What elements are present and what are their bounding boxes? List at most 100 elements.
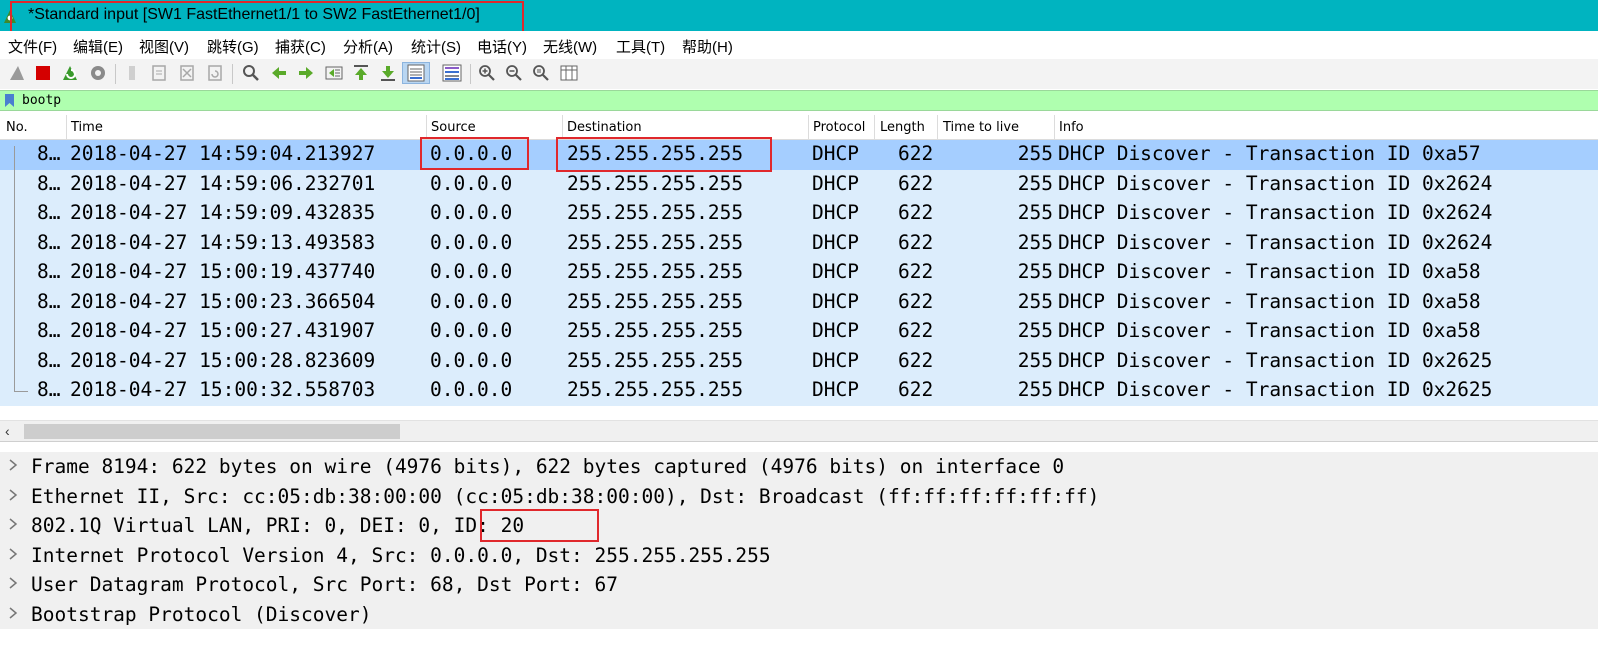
menu-file[interactable]: 文件(F) — [8, 36, 57, 57]
packet-time: 2018-04-27 14:59:04.213927 — [70, 142, 376, 165]
packet-row[interactable]: 8… 2018-04-27 14:59:06.232701 0.0.0.0 25… — [0, 169, 1598, 199]
packet-row[interactable]: 8… 2018-04-27 15:00:19.437740 0.0.0.0 25… — [0, 258, 1598, 288]
menu-bar: 文件(F) 编辑(E) 视图(V) 跳转(G) 捕获(C) 分析(A) 统计(S… — [0, 31, 1598, 59]
packet-ttl: 255 — [1017, 378, 1053, 401]
display-filter-bar — [0, 90, 1598, 111]
packet-time: 2018-04-27 15:00:19.437740 — [70, 260, 376, 283]
go-forward-icon[interactable] — [295, 62, 317, 84]
column-divider[interactable] — [562, 115, 563, 139]
menu-tools[interactable]: 工具(T) — [616, 36, 665, 57]
menu-wireless[interactable]: 无线(W) — [543, 36, 597, 57]
display-filter-input[interactable] — [22, 92, 1582, 109]
expand-chevron-icon[interactable] — [8, 517, 18, 531]
expand-chevron-icon[interactable] — [8, 458, 18, 472]
menu-view[interactable]: 视图(V) — [139, 36, 189, 57]
packet-info: DHCP Discover - Transaction ID 0x2624 — [1058, 201, 1493, 224]
packet-row[interactable]: 8… 2018-04-27 15:00:27.431907 0.0.0.0 25… — [0, 317, 1598, 347]
packet-row[interactable]: 8… 2018-04-27 15:00:28.823609 0.0.0.0 25… — [0, 346, 1598, 376]
menu-go[interactable]: 跳转(G) — [207, 36, 259, 57]
expand-chevron-icon[interactable] — [8, 488, 18, 502]
zoom-in-icon[interactable] — [476, 62, 498, 84]
resize-columns-icon[interactable] — [558, 62, 580, 84]
packet-details: Frame 8194: 622 bytes on wire (4976 bits… — [0, 451, 1598, 658]
packet-destination: 255.255.255.255 — [567, 230, 744, 254]
column-divider[interactable] — [1054, 115, 1055, 139]
packet-row[interactable]: 8… 2018-04-27 15:00:32.558703 0.0.0.0 25… — [0, 376, 1598, 406]
scrollbar-thumb[interactable] — [24, 424, 400, 439]
column-divider[interactable] — [937, 115, 938, 139]
colorize-icon[interactable] — [439, 62, 465, 84]
column-ttl[interactable]: Time to live — [943, 120, 1019, 135]
packet-source: 0.0.0.0 — [430, 348, 513, 372]
packet-length: 622 — [898, 289, 934, 313]
column-time[interactable]: Time — [71, 120, 103, 135]
packet-no: 8… — [37, 289, 61, 313]
detail-frame[interactable]: Frame 8194: 622 bytes on wire (4976 bits… — [0, 452, 1598, 482]
menu-telephony[interactable]: 电话(Y) — [477, 36, 527, 57]
go-to-packet-icon[interactable] — [323, 62, 345, 84]
go-first-packet-icon[interactable] — [350, 62, 372, 84]
menu-edit[interactable]: 编辑(E) — [73, 36, 123, 57]
menu-analyze[interactable]: 分析(A) — [343, 36, 393, 57]
packet-row[interactable]: 8… 2018-04-27 15:00:23.366504 0.0.0.0 25… — [0, 287, 1598, 317]
detail-vlan[interactable]: 802.1Q Virtual LAN, PRI: 0, DEI: 0, ID: … — [0, 511, 1598, 541]
expand-chevron-icon[interactable] — [8, 576, 18, 590]
menu-statistics[interactable]: 统计(S) — [411, 36, 461, 57]
column-no[interactable]: No. — [6, 120, 28, 135]
menu-help[interactable]: 帮助(H) — [682, 36, 733, 57]
expand-chevron-icon[interactable] — [8, 606, 18, 620]
open-file-icon[interactable] — [121, 62, 143, 84]
column-divider[interactable] — [808, 115, 809, 139]
packet-row[interactable]: 8… 2018-04-27 14:59:09.432835 0.0.0.0 25… — [0, 199, 1598, 229]
save-file-icon[interactable] — [148, 62, 170, 84]
stop-capture-icon[interactable] — [32, 62, 54, 84]
zoom-out-icon[interactable] — [503, 62, 525, 84]
packet-length: 622 — [898, 142, 934, 165]
packet-info: DHCP Discover - Transaction ID 0x2624 — [1058, 171, 1493, 195]
detail-ethernet[interactable]: Ethernet II, Src: cc:05:db:38:00:00 (cc:… — [0, 481, 1598, 511]
main-toolbar — [0, 59, 1598, 89]
detail-bootp[interactable]: Bootstrap Protocol (Discover) — [0, 599, 1598, 629]
packet-ttl: 255 — [1017, 260, 1053, 283]
column-divider[interactable] — [426, 115, 427, 139]
restart-capture-icon[interactable] — [59, 62, 81, 84]
reload-file-icon[interactable] — [204, 62, 226, 84]
start-capture-icon[interactable] — [6, 62, 28, 84]
detail-text: Internet Protocol Version 4, Src: 0.0.0.… — [31, 543, 771, 567]
column-length[interactable]: Length — [880, 120, 925, 135]
packet-source: 0.0.0.0 — [430, 171, 513, 195]
packet-source: 0.0.0.0 — [430, 201, 513, 224]
column-protocol[interactable]: Protocol — [813, 120, 871, 135]
column-destination[interactable]: Destination — [567, 120, 642, 135]
scroll-left-icon[interactable]: ‹ — [5, 423, 10, 439]
packet-list-scrollbar[interactable]: ‹ — [0, 420, 1598, 442]
close-file-icon[interactable] — [176, 62, 198, 84]
column-source[interactable]: Source — [431, 120, 476, 135]
detail-udp[interactable]: User Datagram Protocol, Src Port: 68, Ds… — [0, 570, 1598, 600]
go-back-icon[interactable] — [268, 62, 290, 84]
packet-length: 622 — [898, 201, 934, 224]
menu-capture[interactable]: 捕获(C) — [275, 36, 326, 57]
packet-ttl: 255 — [1017, 230, 1053, 254]
packet-source: 0.0.0.0 — [430, 319, 513, 342]
packet-no: 8… — [37, 260, 61, 283]
column-divider[interactable] — [66, 115, 67, 139]
column-divider[interactable] — [874, 115, 875, 139]
packet-destination: 255.255.255.255 — [567, 142, 744, 165]
packet-row[interactable]: 8… 2018-04-27 14:59:13.493583 0.0.0.0 25… — [0, 228, 1598, 258]
packet-row[interactable]: 8… 2018-04-27 14:59:04.213927 0.0.0.0 25… — [0, 140, 1598, 170]
packet-ttl: 255 — [1017, 289, 1053, 313]
normal-size-icon[interactable] — [530, 62, 552, 84]
column-info[interactable]: Info — [1059, 120, 1084, 135]
auto-scroll-icon[interactable] — [402, 62, 430, 84]
packet-destination: 255.255.255.255 — [567, 260, 744, 283]
packet-info: DHCP Discover - Transaction ID 0x2625 — [1058, 348, 1493, 372]
expand-chevron-icon[interactable] — [8, 547, 18, 561]
bookmark-icon[interactable] — [3, 93, 16, 108]
find-packet-icon[interactable] — [240, 62, 262, 84]
go-last-packet-icon[interactable] — [377, 62, 399, 84]
detail-ipv4[interactable]: Internet Protocol Version 4, Src: 0.0.0.… — [0, 540, 1598, 570]
packet-source: 0.0.0.0 — [430, 289, 513, 313]
packet-ttl: 255 — [1017, 171, 1053, 195]
capture-options-icon[interactable] — [87, 62, 109, 84]
